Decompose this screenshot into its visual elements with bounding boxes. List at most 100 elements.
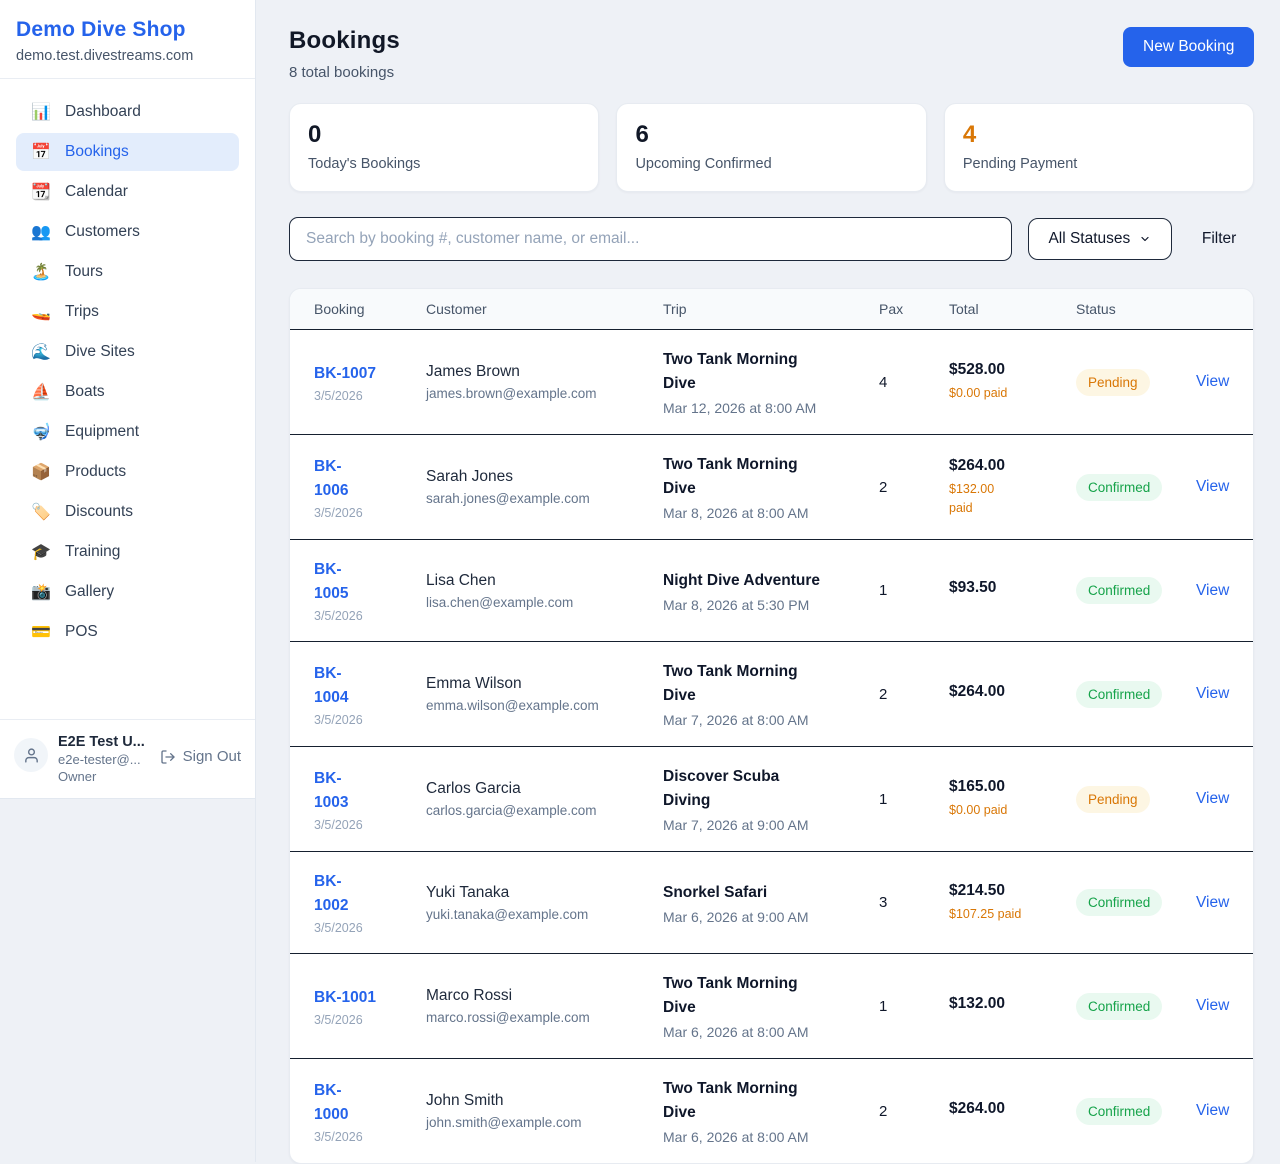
view-link[interactable]: View: [1196, 790, 1229, 807]
total-cell: $264.00: [949, 683, 1076, 706]
column-header-booking: Booking: [314, 301, 426, 317]
customer-name: Carlos Garcia: [426, 780, 663, 798]
status-cell: Confirmed: [1076, 681, 1196, 708]
total-amount: $528.00: [949, 361, 1076, 379]
user-email: e2e-tester@...: [58, 752, 150, 767]
filter-row: All Statuses Filter: [289, 217, 1254, 261]
main-content: Bookings 8 total bookings New Booking 0 …: [256, 0, 1280, 1162]
customer-cell: James Brown james.brown@example.com: [426, 363, 663, 401]
booking-id-link[interactable]: BK- 1006: [314, 455, 426, 503]
status-select-value: All Statuses: [1048, 230, 1130, 248]
stat-label: Today's Bookings: [308, 156, 580, 172]
sidebar-item-icon: 🚤: [30, 302, 52, 322]
trip-datetime: Mar 12, 2026 at 8:00 AM: [663, 400, 879, 416]
sidebar-item[interactable]: ⛵ Boats: [16, 373, 239, 411]
customer-name: Sarah Jones: [426, 468, 663, 486]
status-cell: Pending: [1076, 369, 1196, 396]
total-amount: $132.00: [949, 995, 1076, 1013]
table-row: BK- 1006 3/5/2026 Sarah Jones sarah.jone…: [290, 434, 1253, 539]
status-cell: Confirmed: [1076, 1098, 1196, 1125]
customer-name: Lisa Chen: [426, 572, 663, 590]
booking-id-link[interactable]: BK- 1002: [314, 870, 426, 918]
view-link[interactable]: View: [1196, 1102, 1229, 1119]
sidebar-item[interactable]: 📸 Gallery: [16, 573, 239, 611]
sidebar-footer: E2E Test U... e2e-tester@... Owner Sign …: [0, 719, 255, 798]
sidebar-item[interactable]: 📅 Bookings: [16, 133, 239, 171]
table-row: BK- 1005 3/5/2026 Lisa Chen lisa.chen@ex…: [290, 539, 1253, 641]
sidebar-item[interactable]: 📆 Calendar: [16, 173, 239, 211]
sidebar-item-icon: 💳: [30, 622, 52, 642]
sidebar-item[interactable]: 🎓 Training: [16, 533, 239, 571]
filter-button[interactable]: Filter: [1188, 230, 1254, 248]
status-badge: Confirmed: [1076, 889, 1162, 916]
trip-name: Two Tank Morning Dive: [663, 660, 879, 708]
booking-date: 3/5/2026: [314, 713, 426, 727]
sidebar-item[interactable]: 💳 POS: [16, 613, 239, 651]
table-row: BK- 1002 3/5/2026 Yuki Tanaka yuki.tanak…: [290, 851, 1253, 953]
view-link[interactable]: View: [1196, 894, 1229, 911]
booking-id-link[interactable]: BK- 1004: [314, 662, 426, 710]
total-cell: $528.00 $0.00 paid: [949, 361, 1076, 403]
total-cell: $165.00 $0.00 paid: [949, 778, 1076, 820]
status-badge: Confirmed: [1076, 577, 1162, 604]
pax-count: 1: [879, 791, 949, 808]
pax-count: 3: [879, 894, 949, 911]
table-row: BK- 1003 3/5/2026 Carlos Garcia carlos.g…: [290, 746, 1253, 851]
sidebar-item[interactable]: 🌊 Dive Sites: [16, 333, 239, 371]
sidebar-item-label: Customers: [65, 223, 140, 241]
customer-email: emma.wilson@example.com: [426, 698, 663, 713]
status-badge: Confirmed: [1076, 474, 1162, 501]
stats-cards: 0 Today's Bookings 6 Upcoming Confirmed …: [289, 103, 1254, 192]
trip-name: Discover Scuba Diving: [663, 765, 879, 813]
status-select[interactable]: All Statuses: [1028, 218, 1172, 260]
search-input[interactable]: [289, 217, 1012, 261]
view-link[interactable]: View: [1196, 685, 1229, 702]
booking-date: 3/5/2026: [314, 921, 426, 935]
trip-name: Snorkel Safari: [663, 881, 879, 905]
view-link[interactable]: View: [1196, 373, 1229, 390]
booking-cell: BK- 1000 3/5/2026: [314, 1079, 426, 1144]
view-link[interactable]: View: [1196, 997, 1229, 1014]
actions-cell: View: [1196, 685, 1229, 703]
booking-id-link[interactable]: BK- 1000: [314, 1079, 426, 1127]
sidebar-item[interactable]: 📦 Products: [16, 453, 239, 491]
stat-card: 0 Today's Bookings: [289, 103, 599, 192]
stat-value: 0: [308, 121, 580, 149]
trip-datetime: Mar 7, 2026 at 9:00 AM: [663, 817, 879, 833]
view-link[interactable]: View: [1196, 582, 1229, 599]
sidebar-item-label: Equipment: [65, 423, 139, 441]
column-header-pax: Pax: [879, 301, 949, 317]
user-icon: [23, 747, 40, 764]
status-badge: Pending: [1076, 369, 1150, 396]
column-header-customer: Customer: [426, 301, 663, 317]
sidebar-item[interactable]: 👥 Customers: [16, 213, 239, 251]
customer-name: Emma Wilson: [426, 675, 663, 693]
sidebar-item[interactable]: 🏷️ Discounts: [16, 493, 239, 531]
sign-out-button[interactable]: Sign Out: [160, 748, 241, 765]
sidebar-item-label: Gallery: [65, 583, 114, 601]
trip-cell: Two Tank Morning Dive Mar 6, 2026 at 8:0…: [663, 1077, 879, 1145]
view-link[interactable]: View: [1196, 478, 1229, 495]
sidebar-item[interactable]: 📊 Dashboard: [16, 93, 239, 131]
sidebar-item[interactable]: 🤿 Equipment: [16, 413, 239, 451]
trip-cell: Snorkel Safari Mar 6, 2026 at 9:00 AM: [663, 881, 879, 925]
booking-id-link[interactable]: BK- 1003: [314, 767, 426, 815]
sidebar-item[interactable]: 🚤 Trips: [16, 293, 239, 331]
sidebar-nav: 📊 Dashboard 📅 Bookings 📆 Calendar 👥 Cust…: [0, 79, 255, 719]
new-booking-button[interactable]: New Booking: [1123, 27, 1254, 67]
stat-label: Upcoming Confirmed: [635, 156, 907, 172]
total-bookings-count: 8 total bookings: [289, 64, 400, 81]
sidebar-item[interactable]: 🏝️ Tours: [16, 253, 239, 291]
table-body: BK-1007 3/5/2026 James Brown james.brown…: [290, 329, 1253, 1163]
trip-cell: Night Dive Adventure Mar 8, 2026 at 5:30…: [663, 569, 879, 613]
trip-cell: Two Tank Morning Dive Mar 8, 2026 at 8:0…: [663, 453, 879, 521]
column-header-trip: Trip: [663, 301, 879, 317]
shop-domain: demo.test.divestreams.com: [16, 48, 239, 64]
paid-amount: $0.00 paid: [949, 384, 1076, 403]
booking-id-link[interactable]: BK-1007: [314, 362, 426, 386]
booking-id-link[interactable]: BK-1001: [314, 986, 426, 1010]
customer-cell: Carlos Garcia carlos.garcia@example.com: [426, 780, 663, 818]
booking-id-link[interactable]: BK- 1005: [314, 558, 426, 606]
total-cell: $214.50 $107.25 paid: [949, 882, 1076, 924]
actions-cell: View: [1196, 582, 1229, 600]
